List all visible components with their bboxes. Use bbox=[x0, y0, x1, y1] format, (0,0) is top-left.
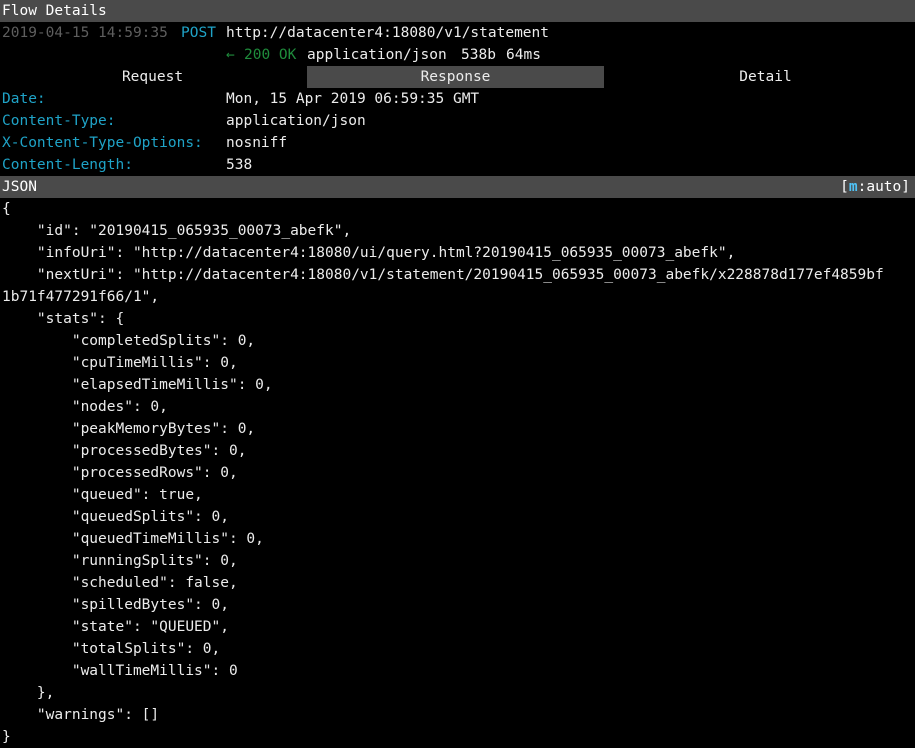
json-line: "processedBytes": 0, bbox=[2, 443, 247, 459]
json-line: "queuedTimeMillis": 0, bbox=[2, 531, 264, 547]
json-body[interactable]: { "id": "20190415_065935_00073_abefk", "… bbox=[0, 198, 915, 748]
request-method: POST bbox=[181, 25, 216, 41]
json-line: "scheduled": false, bbox=[2, 575, 238, 591]
json-line: "completedSplits": 0, bbox=[2, 333, 256, 349]
view-mode-open: [ bbox=[840, 179, 849, 195]
view-mode-indicator[interactable]: [m:auto] bbox=[840, 176, 910, 198]
header-name: Content-Length: bbox=[2, 157, 133, 173]
header-name: Date: bbox=[2, 91, 46, 107]
json-line: "nodes": 0, bbox=[2, 399, 168, 415]
header-row: Content-Type: application/json bbox=[0, 110, 915, 132]
view-mode-key: m bbox=[848, 179, 858, 195]
tab-request[interactable]: Request bbox=[0, 66, 305, 88]
request-timestamp: 2019-04-15 14:59:35 bbox=[2, 25, 168, 41]
response-content-type: application/json bbox=[307, 47, 447, 63]
body-view-label: JSON bbox=[2, 179, 37, 195]
json-line: "peakMemoryBytes": 0, bbox=[2, 421, 256, 437]
json-line: "wallTimeMillis": 0 bbox=[2, 663, 238, 679]
header-value: Mon, 15 Apr 2019 06:59:35 GMT bbox=[226, 91, 480, 107]
json-line: } bbox=[2, 729, 11, 745]
header-name: Content-Type: bbox=[2, 113, 116, 129]
json-line: "id": "20190415_065935_00073_abefk", bbox=[2, 223, 352, 239]
response-time: 64ms bbox=[506, 47, 541, 63]
json-line: "warnings": [] bbox=[2, 707, 160, 723]
tab-response[interactable]: Response bbox=[307, 66, 604, 88]
tab-detail[interactable]: Detail bbox=[616, 66, 915, 88]
request-summary[interactable]: 2019-04-15 14:59:35 POST http://datacent… bbox=[0, 22, 915, 44]
json-line: "stats": { bbox=[2, 311, 125, 327]
body-view-bar: JSON [m:auto] bbox=[0, 176, 915, 198]
title-bar: Flow Details bbox=[0, 0, 915, 22]
header-value: application/json bbox=[226, 113, 366, 129]
json-line: "queued": true, bbox=[2, 487, 203, 503]
json-line: "infoUri": "http://datacenter4:18080/ui/… bbox=[2, 245, 736, 261]
json-line: }, bbox=[2, 685, 55, 701]
response-status: 200 OK bbox=[244, 47, 297, 63]
tab-bar: Request Response Detail bbox=[0, 66, 915, 88]
json-line: "state": "QUEUED", bbox=[2, 619, 229, 635]
json-line: 1b71f477291f66/1", bbox=[2, 289, 160, 305]
header-name: X-Content-Type-Options: bbox=[2, 135, 203, 151]
response-summary: ← 200 OK application/json 538b 64ms bbox=[0, 44, 915, 66]
json-line: "elapsedTimeMillis": 0, bbox=[2, 377, 273, 393]
json-line: "runningSplits": 0, bbox=[2, 553, 238, 569]
header-value: 538 bbox=[226, 157, 253, 173]
header-row: X-Content-Type-Options: nosniff bbox=[0, 132, 915, 154]
header-row: Content-Length: 538 bbox=[0, 154, 915, 176]
header-row: Date: Mon, 15 Apr 2019 06:59:35 GMT bbox=[0, 88, 915, 110]
response-arrow-icon: ← bbox=[226, 47, 235, 63]
page-title: Flow Details bbox=[2, 3, 107, 19]
json-line: "totalSplits": 0, bbox=[2, 641, 221, 657]
json-line: "queuedSplits": 0, bbox=[2, 509, 229, 525]
json-line: "cpuTimeMillis": 0, bbox=[2, 355, 238, 371]
request-url: http://datacenter4:18080/v1/statement bbox=[226, 25, 550, 41]
json-line: "spilledBytes": 0, bbox=[2, 597, 229, 613]
json-line: "nextUri": "http://datacenter4:18080/v1/… bbox=[2, 267, 884, 283]
view-mode-value: :auto] bbox=[857, 179, 910, 195]
json-line: { bbox=[2, 201, 11, 217]
header-value: nosniff bbox=[226, 135, 288, 151]
response-size: 538b bbox=[461, 47, 496, 63]
json-line: "processedRows": 0, bbox=[2, 465, 238, 481]
